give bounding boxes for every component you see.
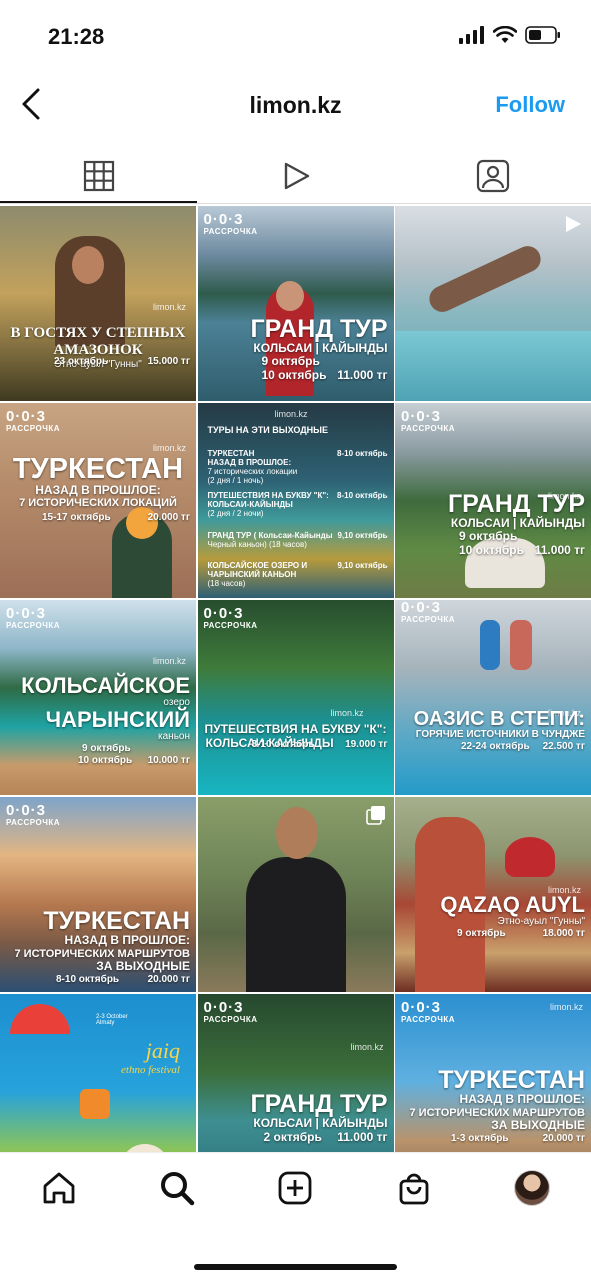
brand-logo: 0·0·3 РАССРОЧКА bbox=[6, 605, 60, 630]
plus-square-icon bbox=[279, 1171, 312, 1205]
post-tile[interactable]: 0·0·3 РАССРОЧКА ГРАНД ТУР КОЛЬСАИ | КАЙЫН… bbox=[197, 206, 394, 401]
post-tile[interactable]: limon.kz В ГОСТЯХ У СТЕПНЫХ АМАЗОНОК Этн… bbox=[0, 206, 196, 401]
signal-icon bbox=[459, 26, 484, 44]
watermark: limon.kz bbox=[274, 409, 308, 419]
watermark: limon.kz bbox=[350, 1042, 384, 1052]
festival-note: 2-3 October Almaty bbox=[96, 1014, 128, 1026]
brand-logo: 0·0·3 РАССРОЧКА bbox=[401, 999, 455, 1024]
profile-tabs bbox=[0, 150, 591, 202]
watermark: limon.kz bbox=[152, 656, 186, 666]
brand-logo: 0·0·3 РАССРОЧКА bbox=[401, 408, 455, 433]
tab-posts-grid[interactable] bbox=[0, 150, 197, 202]
post-tile[interactable]: 0·0·3 РАССРОЧКА ТУРКЕСТАН НАЗАД В ПРОШЛОЕ… bbox=[0, 797, 196, 992]
follow-button[interactable]: Follow bbox=[495, 92, 565, 118]
play-icon bbox=[284, 162, 309, 190]
grid-icon bbox=[83, 160, 114, 192]
brand-logo: 0·0·3 РАССРОЧКА bbox=[401, 600, 455, 624]
post-caption: ГРАНД ТУР КОЛЬСАИ | КАЙЫНДЫ 2 октябрь 11… bbox=[250, 1090, 388, 1145]
status-icons bbox=[459, 26, 561, 44]
brand-logo: 0·0·3 РАССРОЧКА bbox=[203, 999, 258, 1024]
post-price: 15.000 тг bbox=[147, 356, 190, 367]
post-tile[interactable]: 0·0·3 РАССРОЧКА ПУТЕШЕСТВИЯ НА БУКВУ "К":… bbox=[197, 600, 394, 795]
post-meta: 8-10 октябрь 19.000 тг bbox=[251, 739, 388, 750]
brand-logo: 0·0·3 РАССРОЧКА bbox=[203, 605, 258, 630]
watermark: limon.kz bbox=[549, 1002, 583, 1012]
bottom-nav bbox=[0, 1152, 591, 1223]
avatar bbox=[513, 1170, 550, 1206]
tab-reels[interactable] bbox=[197, 150, 394, 202]
nav-home[interactable] bbox=[34, 1163, 84, 1213]
post-caption: ТУРКЕСТАН НАЗАД В ПРОШЛОЕ: 7 ИСТОРИЧЕСКИ… bbox=[14, 906, 191, 985]
tagged-icon bbox=[476, 159, 509, 193]
post-caption: ТУРКЕСТАН НАЗАД В ПРОШЛОЕ: 7 ИСТОРИЧЕСКИ… bbox=[12, 452, 184, 510]
post-caption: ГРАНД ТУР КОЛЬСАИ | КАЙЫНДЫ 9 октябрь 10… bbox=[250, 314, 388, 383]
post-tile[interactable]: limon.kz ТУРЫ НА ЭТИ ВЫХОДНЫЕ ТУРКЕСТАН 8… bbox=[197, 403, 394, 598]
watermark: limon.kz bbox=[152, 302, 186, 312]
tour-list-item: ГРАНД ТУР ( Кольсаи-Кайынды 9,10 октябрь … bbox=[207, 531, 388, 549]
tour-list-item: ТУРКЕСТАН 8-10 октябрь НАЗАД В ПРОШЛОЕ: 7… bbox=[207, 449, 388, 485]
tab-tagged[interactable] bbox=[394, 150, 591, 202]
status-bar: 21:28 bbox=[0, 0, 591, 80]
post-caption: QAZAQ AUYL Этно-ауыл "Гунны" 9 октябрь 1… bbox=[440, 892, 585, 940]
tours-heading: ТУРЫ НА ЭТИ ВЫХОДНЫЕ bbox=[207, 425, 328, 435]
profile-header: limon.kz Follow bbox=[0, 80, 591, 132]
post-tile[interactable] bbox=[395, 206, 591, 401]
post-caption: ОАЗИС В СТЕПИ: ГОРЯЧИЕ ИСТОЧНИКИ В ЧУНДЖ… bbox=[413, 708, 585, 752]
nav-search[interactable] bbox=[152, 1163, 202, 1213]
tour-list-item: КОЛЬСАЙСКОЕ ОЗЕРО И 9,10 октябрь ЧАРЫНСКИ… bbox=[207, 561, 388, 588]
watermark: limon.kz bbox=[152, 443, 186, 453]
shopping-bag-icon bbox=[399, 1173, 429, 1205]
post-meta: 15-17 октябрь 20.000 тг bbox=[42, 512, 190, 523]
post-caption: ТУРКЕСТАН НАЗАД В ПРОШЛОЕ: 7 ИСТОРИЧЕСКИ… bbox=[409, 1065, 586, 1144]
nav-profile[interactable] bbox=[507, 1163, 557, 1213]
post-tile[interactable]: 0·0·3 РАССРОЧКА limon.kz ТУРКЕСТАН НАЗАД … bbox=[0, 403, 196, 598]
tab-divider bbox=[0, 203, 591, 204]
nav-create[interactable] bbox=[270, 1163, 320, 1213]
brand-logo: 0·0·3 РАССРОЧКА bbox=[6, 802, 60, 827]
battery-icon bbox=[525, 26, 560, 44]
posts-grid: limon.kz В ГОСТЯХ У СТЕПНЫХ АМАЗОНОК Этн… bbox=[0, 206, 591, 1189]
post-tile[interactable]: limon.kz QAZAQ AUYL Этно-ауыл "Гунны" 9 … bbox=[395, 797, 591, 992]
post-caption: ГРАНД ТУР КОЛЬСАИ | КАЙЫНДЫ 9 октябрь 10… bbox=[447, 489, 585, 558]
post-tile[interactable]: 0·0·3 РАССРОЧКА limon.kz ОАЗИС В СТЕПИ: Г… bbox=[395, 600, 591, 795]
post-tile[interactable] bbox=[197, 797, 394, 992]
search-icon bbox=[161, 1172, 195, 1206]
post-caption: КОЛЬСАЙСКОЕ озеро ЧАРЫНСКИЙ каньон 9 окт… bbox=[21, 673, 190, 767]
video-icon bbox=[566, 216, 581, 232]
watermark: limon.kz bbox=[330, 708, 364, 718]
post-tile[interactable]: 0·0·3 РАССРОЧКА limon.kz ГРАНД ТУР КОЛЬСА… bbox=[395, 403, 591, 598]
home-icon bbox=[43, 1172, 75, 1204]
status-time: 21:28 bbox=[48, 24, 105, 49]
multi-photo-icon bbox=[365, 806, 385, 825]
brand-logo: 0·0·3 РАССРОЧКА bbox=[203, 211, 258, 236]
tour-list-item: ПУТЕШЕСТВИЯ НА БУКВУ "К": 8-10 октябрь КО… bbox=[207, 491, 388, 518]
post-tile[interactable]: 0·0·3 РАССРОЧКА limon.kz КОЛЬСАЙСКОЕ озер… bbox=[0, 600, 196, 795]
wifi-icon bbox=[493, 26, 517, 43]
brand-logo: 0·0·3 РАССРОЧКА bbox=[6, 408, 60, 433]
festival-title: jaiq ethno festival bbox=[121, 1038, 180, 1076]
home-indicator bbox=[194, 1264, 397, 1270]
nav-shop[interactable] bbox=[389, 1163, 439, 1213]
